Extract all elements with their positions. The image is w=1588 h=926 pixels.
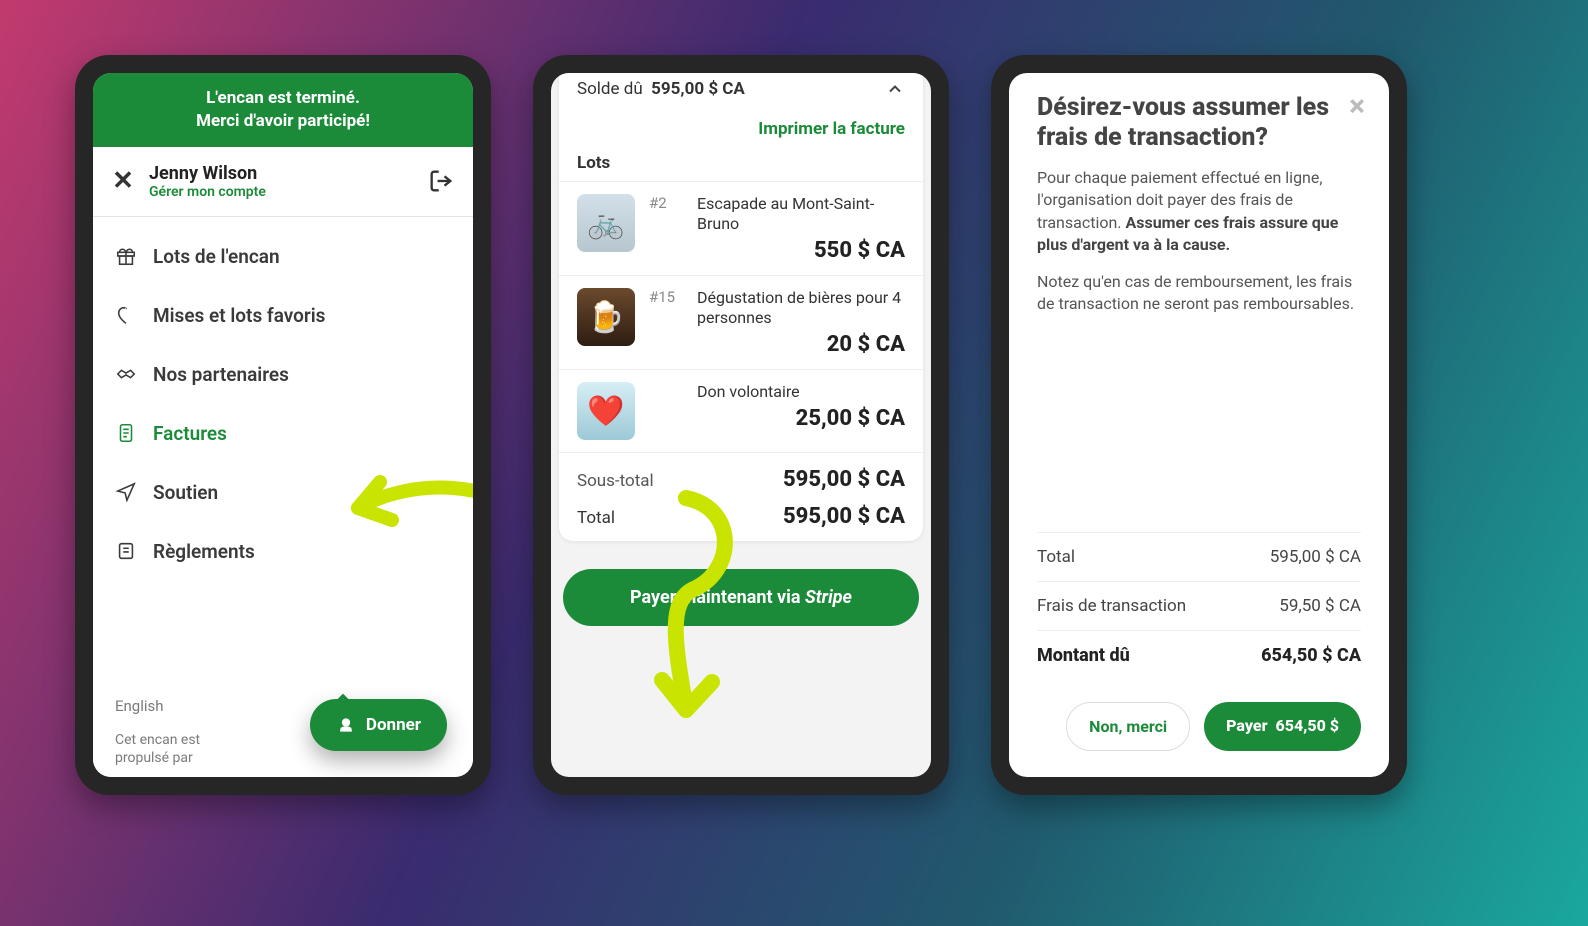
lot-row: 🍺 #15 Dégustation de bières pour 4 perso…	[559, 275, 923, 369]
donate-icon	[336, 715, 356, 735]
user-name: Jenny Wilson	[149, 163, 427, 184]
lots-heading: Lots	[559, 151, 923, 181]
menu-item-support[interactable]: Soutien	[93, 463, 473, 522]
dialog-para1: Pour chaque paiement effectué en ligne, …	[1037, 167, 1361, 257]
banner-line1: L'encan est terminé.	[103, 87, 463, 110]
dialog-actions: Non, merci Payer 654,50 $	[1037, 680, 1361, 757]
lot-title: Dégustation de bières pour 4 personnes	[697, 288, 905, 328]
pay-with-fees-button[interactable]: Payer 654,50 $	[1204, 702, 1361, 751]
gift-icon	[115, 245, 137, 267]
lot-title: Escapade au Mont-Saint-Bruno	[697, 194, 905, 234]
phone-invoice: Solde dû 595,00 $ CA Imprimer la facture…	[533, 55, 949, 795]
total-value: 595,00 $ CA	[783, 504, 905, 529]
balance-row[interactable]: Solde dû 595,00 $ CA	[559, 73, 923, 111]
pay-label-pre: Payer maintenant via	[630, 587, 805, 608]
side-menu: Lots de l'encan Mises et lots favoris No…	[93, 217, 473, 777]
menu-item-invoices[interactable]: Factures	[93, 404, 473, 463]
auction-ended-banner: L'encan est terminé. Merci d'avoir parti…	[93, 73, 473, 147]
print-invoice-link[interactable]: Imprimer la facture	[559, 111, 923, 151]
send-icon	[115, 481, 137, 503]
signout-icon[interactable]	[427, 167, 455, 195]
lot-number: #15	[649, 288, 683, 306]
menu-item-rules[interactable]: Règlements	[93, 522, 473, 581]
balance-value: 595,00 $ CA	[651, 79, 745, 99]
menu-label: Soutien	[153, 481, 218, 504]
total-label: Total	[577, 508, 615, 528]
invoice-card: Solde dû 595,00 $ CA Imprimer la facture…	[559, 73, 923, 541]
manage-account-link[interactable]: Gérer mon compte	[149, 184, 427, 200]
subtotal-value: 595,00 $ CA	[783, 467, 905, 492]
lot-price: 20 $ CA	[697, 332, 905, 357]
phone-fees-dialog: × Désirez-vous assumer les frais de tran…	[991, 55, 1407, 795]
balance-label: Solde dû	[577, 79, 643, 99]
pay-now-button[interactable]: Payer maintenant via Stripe	[563, 569, 919, 626]
lot-price: 25,00 $ CA	[697, 406, 905, 431]
close-icon[interactable]: ×	[1349, 89, 1365, 124]
screen-fees: × Désirez-vous assumer les frais de tran…	[1009, 73, 1389, 777]
menu-label: Règlements	[153, 540, 255, 563]
menu-item-favorites[interactable]: Mises et lots favoris	[93, 286, 473, 345]
donate-label: Donner	[366, 715, 421, 735]
lot-row: ❤️ Don volontaire 25,00 $ CA	[559, 369, 923, 452]
pay-label-brand: Stripe	[805, 587, 852, 608]
menu-label: Lots de l'encan	[153, 245, 280, 268]
lot-number: #2	[649, 194, 683, 212]
row-value: 59,50 $ CA	[1279, 596, 1361, 616]
lot-thumb-icon: 🍺	[577, 288, 635, 346]
row-label: Total	[1037, 547, 1075, 567]
decline-fees-button[interactable]: Non, merci	[1066, 702, 1190, 751]
menu-item-partners[interactable]: Nos partenaires	[93, 345, 473, 404]
row-label: Frais de transaction	[1037, 596, 1186, 616]
lot-thumb-icon: 🚲	[577, 194, 635, 252]
row-label: Montant dû	[1037, 645, 1130, 666]
close-icon[interactable]: ✕	[107, 166, 139, 196]
chevron-up-icon[interactable]	[885, 79, 905, 99]
lot-row: 🚲 #2 Escapade au Mont-Saint-Bruno 550 $ …	[559, 181, 923, 275]
rules-icon	[115, 540, 137, 562]
dialog-heading: Désirez-vous assumer les frais de transa…	[1037, 93, 1361, 153]
fees-table: Total 595,00 $ CA Frais de transaction 5…	[1037, 532, 1361, 680]
screen-menu: L'encan est terminé. Merci d'avoir parti…	[93, 73, 473, 777]
account-row: ✕ Jenny Wilson Gérer mon compte	[93, 147, 473, 217]
powered-by: Cet encan est propulsé par	[93, 721, 273, 777]
menu-label: Factures	[153, 422, 227, 445]
lot-price: 550 $ CA	[697, 238, 905, 263]
menu-label: Mises et lots favoris	[153, 304, 325, 327]
menu-label: Nos partenaires	[153, 363, 289, 386]
dialog-para2: Notez qu'en cas de remboursement, les fr…	[1037, 271, 1361, 316]
lot-title: Don volontaire	[697, 382, 905, 402]
screen-invoice: Solde dû 595,00 $ CA Imprimer la facture…	[551, 73, 931, 777]
row-value: 595,00 $ CA	[1270, 547, 1361, 567]
invoice-icon	[115, 422, 137, 444]
pay-amount: 654,50 $	[1276, 716, 1339, 735]
row-value: 654,50 $ CA	[1261, 645, 1361, 666]
menu-item-lots[interactable]: Lots de l'encan	[93, 227, 473, 286]
pay-label: Payer	[1226, 716, 1267, 735]
phone-menu: L'encan est terminé. Merci d'avoir parti…	[75, 55, 491, 795]
banner-line2: Merci d'avoir participé!	[103, 110, 463, 133]
handshake-icon	[115, 363, 137, 385]
heart-icon	[115, 304, 137, 326]
lot-thumb-icon: ❤️	[577, 382, 635, 440]
fees-dialog: Désirez-vous assumer les frais de transa…	[1009, 73, 1389, 777]
subtotal-label: Sous-total	[577, 471, 654, 491]
donate-button[interactable]: Donner	[310, 699, 447, 751]
